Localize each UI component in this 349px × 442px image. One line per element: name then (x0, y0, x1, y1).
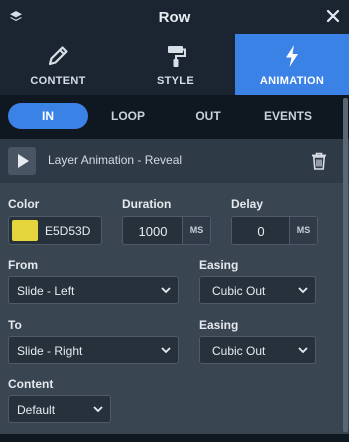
play-icon (18, 154, 29, 168)
subtab-loop[interactable]: LOOP (88, 103, 168, 129)
duration-unit: MS (182, 217, 210, 244)
tab-content[interactable]: CONTENT (0, 34, 116, 95)
main-tabs: CONTENT STYLE ANIMATION (0, 34, 349, 95)
pencil-icon (48, 46, 68, 66)
easing-out-label: Easing (199, 318, 239, 332)
chevron-down-icon (298, 347, 308, 354)
play-button[interactable] (8, 147, 36, 175)
easing-in-label: Easing (199, 258, 239, 272)
sub-tabs: IN LOOP OUT EVENTS (0, 95, 349, 139)
scrollbar[interactable] (343, 98, 348, 432)
chevron-down-icon (161, 287, 171, 294)
title-bar: Row (0, 0, 349, 34)
color-label: Color (8, 197, 40, 211)
paint-roller-icon (167, 46, 186, 67)
color-swatch[interactable] (12, 220, 38, 241)
content-value: Default (17, 403, 56, 417)
trash-icon[interactable] (311, 152, 327, 170)
chevron-down-icon (161, 347, 171, 354)
easing-in-value: Cubic Out (212, 284, 266, 298)
subtab-out[interactable]: OUT (168, 103, 248, 129)
tab-animation[interactable]: ANIMATION (235, 34, 349, 95)
subtab-in[interactable]: IN (8, 103, 88, 129)
subtab-events[interactable]: EVENTS (248, 103, 328, 129)
lightning-icon (286, 45, 298, 67)
tab-animation-label: ANIMATION (259, 75, 325, 87)
duration-input[interactable]: 1000 MS (122, 216, 211, 245)
close-icon[interactable] (326, 9, 340, 23)
content-label: Content (8, 377, 54, 391)
easing-in-select[interactable]: Cubic Out (199, 276, 316, 304)
from-select[interactable]: Slide - Left (8, 276, 179, 304)
delay-label: Delay (231, 197, 264, 211)
delay-unit: MS (289, 217, 317, 244)
easing-out-value: Cubic Out (212, 344, 266, 358)
tab-style[interactable]: STYLE (116, 34, 235, 95)
content-select[interactable]: Default (8, 395, 111, 423)
layer-title: Layer Animation - Reveal (48, 153, 183, 167)
delay-input[interactable]: 0 MS (231, 216, 318, 245)
color-value: E5D53D (45, 224, 91, 238)
delay-value: 0 (257, 224, 265, 239)
animation-form: Color E5D53D Duration 1000 MS Delay 0 MS… (0, 183, 349, 442)
window-title: Row (158, 9, 191, 26)
chevron-down-icon (298, 287, 308, 294)
color-field[interactable]: E5D53D (8, 216, 102, 245)
tab-style-label: STYLE (157, 75, 194, 87)
to-select[interactable]: Slide - Right (8, 336, 179, 364)
duration-value: 1000 (138, 224, 168, 239)
chevron-down-icon (93, 406, 103, 413)
to-value: Slide - Right (17, 344, 83, 358)
duration-label: Duration (122, 197, 172, 211)
tab-content-label: CONTENT (30, 75, 86, 87)
from-label: From (8, 258, 38, 272)
from-value: Slide - Left (17, 284, 75, 298)
easing-out-select[interactable]: Cubic Out (199, 336, 316, 364)
bottom-strip (0, 434, 349, 442)
to-label: To (8, 318, 22, 332)
animation-panel: Row CONTENT STYLE ANIMATION IN LOOP OUT … (0, 0, 349, 442)
layer-header: Layer Animation - Reveal (0, 139, 349, 183)
